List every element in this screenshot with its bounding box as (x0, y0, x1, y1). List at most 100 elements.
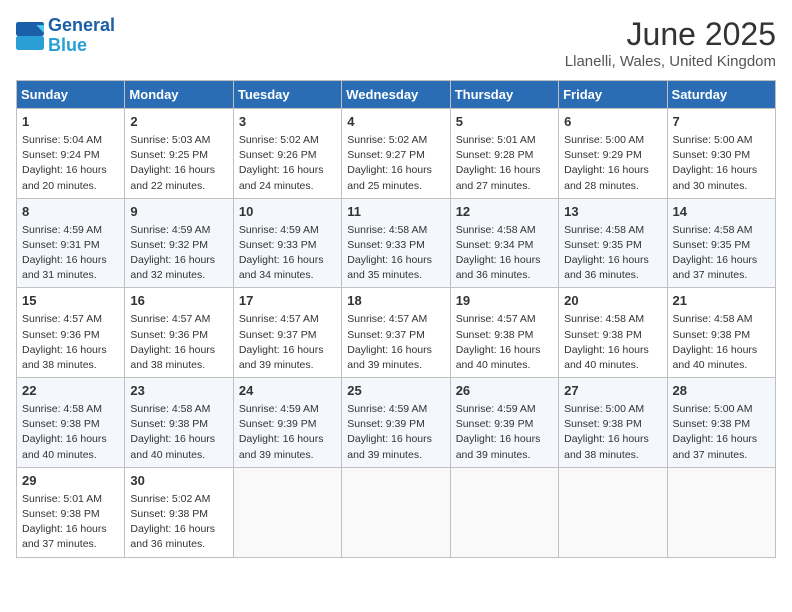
sunrise-label: Sunrise: 4:58 AM (22, 403, 102, 415)
sunrise-label: Sunrise: 4:58 AM (456, 224, 536, 236)
sunset-label: Sunset: 9:34 PM (456, 239, 534, 251)
calendar-cell-21: 21Sunrise: 4:58 AMSunset: 9:38 PMDayligh… (667, 288, 775, 378)
day-number: 27 (564, 382, 661, 401)
sunset-label: Sunset: 9:27 PM (347, 149, 425, 161)
sunset-label: Sunset: 9:33 PM (347, 239, 425, 251)
sunset-label: Sunset: 9:35 PM (673, 239, 751, 251)
daylight-minutes: and 40 minutes. (564, 359, 639, 371)
calendar-header-row: Sunday Monday Tuesday Wednesday Thursday… (17, 81, 776, 109)
header: General Blue June 2025 Llanelli, Wales, … (16, 16, 776, 70)
col-monday: Monday (125, 81, 233, 109)
sunrise-label: Sunrise: 5:02 AM (347, 134, 427, 146)
daylight-minutes: and 20 minutes. (22, 180, 97, 192)
sunrise-label: Sunrise: 4:57 AM (239, 313, 319, 325)
daylight-minutes: and 39 minutes. (239, 359, 314, 371)
sunset-label: Sunset: 9:38 PM (673, 329, 751, 341)
daylight-minutes: and 36 minutes. (130, 538, 205, 550)
sunset-label: Sunset: 9:32 PM (130, 239, 208, 251)
sunrise-label: Sunrise: 5:03 AM (130, 134, 210, 146)
sunrise-label: Sunrise: 4:58 AM (673, 224, 753, 236)
day-number: 7 (673, 113, 770, 132)
daylight-minutes: and 34 minutes. (239, 269, 314, 281)
col-tuesday: Tuesday (233, 81, 341, 109)
daylight-label: Daylight: 16 hours (22, 523, 107, 535)
sunrise-label: Sunrise: 5:00 AM (673, 134, 753, 146)
sunrise-label: Sunrise: 5:00 AM (564, 134, 644, 146)
sunset-label: Sunset: 9:35 PM (564, 239, 642, 251)
sunrise-label: Sunrise: 5:00 AM (673, 403, 753, 415)
daylight-label: Daylight: 16 hours (130, 164, 215, 176)
sunset-label: Sunset: 9:38 PM (564, 418, 642, 430)
sunset-label: Sunset: 9:37 PM (347, 329, 425, 341)
day-number: 20 (564, 292, 661, 311)
sunset-label: Sunset: 9:38 PM (456, 329, 534, 341)
sunrise-label: Sunrise: 5:00 AM (564, 403, 644, 415)
sunset-label: Sunset: 9:38 PM (130, 418, 208, 430)
daylight-label: Daylight: 16 hours (347, 254, 432, 266)
daylight-label: Daylight: 16 hours (456, 433, 541, 445)
sunrise-label: Sunrise: 4:57 AM (130, 313, 210, 325)
day-number: 17 (239, 292, 336, 311)
sunrise-label: Sunrise: 4:58 AM (130, 403, 210, 415)
daylight-minutes: and 40 minutes. (22, 449, 97, 461)
daylight-label: Daylight: 16 hours (673, 254, 758, 266)
sunset-label: Sunset: 9:38 PM (22, 418, 100, 430)
calendar-cell-30: 30Sunrise: 5:02 AMSunset: 9:38 PMDayligh… (125, 467, 233, 557)
calendar-cell-20: 20Sunrise: 4:58 AMSunset: 9:38 PMDayligh… (559, 288, 667, 378)
daylight-label: Daylight: 16 hours (673, 344, 758, 356)
sunrise-label: Sunrise: 4:59 AM (347, 403, 427, 415)
day-number: 10 (239, 203, 336, 222)
daylight-label: Daylight: 16 hours (673, 433, 758, 445)
sunrise-label: Sunrise: 4:58 AM (347, 224, 427, 236)
col-thursday: Thursday (450, 81, 558, 109)
day-number: 6 (564, 113, 661, 132)
daylight-label: Daylight: 16 hours (564, 344, 649, 356)
calendar-cell-11: 11Sunrise: 4:58 AMSunset: 9:33 PMDayligh… (342, 198, 450, 288)
daylight-label: Daylight: 16 hours (239, 433, 324, 445)
sunset-label: Sunset: 9:37 PM (239, 329, 317, 341)
sunset-label: Sunset: 9:24 PM (22, 149, 100, 161)
calendar-cell-5: 5Sunrise: 5:01 AMSunset: 9:28 PMDaylight… (450, 109, 558, 199)
day-number: 1 (22, 113, 119, 132)
calendar-cell-16: 16Sunrise: 4:57 AMSunset: 9:36 PMDayligh… (125, 288, 233, 378)
daylight-minutes: and 30 minutes. (673, 180, 748, 192)
calendar-cell-34 (559, 467, 667, 557)
daylight-minutes: and 27 minutes. (456, 180, 531, 192)
calendar-cell-17: 17 Sunrise: 4:57 AM Sunset: 9:37 PM Dayligh… (233, 288, 341, 378)
calendar-cell-13: 13Sunrise: 4:58 AMSunset: 9:35 PMDayligh… (559, 198, 667, 288)
day-number: 8 (22, 203, 119, 222)
sunset-label: Sunset: 9:39 PM (456, 418, 534, 430)
calendar-cell-7: 7Sunrise: 5:00 AMSunset: 9:30 PMDaylight… (667, 109, 775, 199)
day-number: 14 (673, 203, 770, 222)
day-number: 2 (130, 113, 227, 132)
day-number: 13 (564, 203, 661, 222)
calendar-row-1: 1Sunrise: 5:04 AMSunset: 9:24 PMDaylight… (17, 109, 776, 199)
day-number: 26 (456, 382, 553, 401)
daylight-label: Daylight: 16 hours (347, 433, 432, 445)
sunrise-label: Sunrise: 4:57 AM (347, 313, 427, 325)
daylight-minutes: and 39 minutes. (239, 449, 314, 461)
daylight-label: Daylight: 16 hours (564, 254, 649, 266)
logo: General Blue (16, 16, 115, 56)
calendar-cell-19: 19Sunrise: 4:57 AMSunset: 9:38 PMDayligh… (450, 288, 558, 378)
col-saturday: Saturday (667, 81, 775, 109)
calendar-cell-32 (342, 467, 450, 557)
calendar-cell-26: 26Sunrise: 4:59 AMSunset: 9:39 PMDayligh… (450, 378, 558, 468)
calendar-cell-1: 1Sunrise: 5:04 AMSunset: 9:24 PMDaylight… (17, 109, 125, 199)
daylight-minutes: and 40 minutes. (456, 359, 531, 371)
logo-text: General Blue (48, 16, 115, 56)
sunset-label: Sunset: 9:31 PM (22, 239, 100, 251)
day-number: 4 (347, 113, 444, 132)
calendar-cell-15: 15Sunrise: 4:57 AMSunset: 9:36 PMDayligh… (17, 288, 125, 378)
sunset-label: Sunset: 9:30 PM (673, 149, 751, 161)
col-wednesday: Wednesday (342, 81, 450, 109)
sunset-label: Sunset: 9:36 PM (22, 329, 100, 341)
calendar-row-2: 8Sunrise: 4:59 AMSunset: 9:31 PMDaylight… (17, 198, 776, 288)
sunset-label: Sunset: 9:38 PM (673, 418, 751, 430)
calendar-cell-28: 28Sunrise: 5:00 AMSunset: 9:38 PMDayligh… (667, 378, 775, 468)
daylight-label: Daylight: 16 hours (22, 433, 107, 445)
day-number: 5 (456, 113, 553, 132)
day-number: 24 (239, 382, 336, 401)
calendar-cell-2: 2Sunrise: 5:03 AMSunset: 9:25 PMDaylight… (125, 109, 233, 199)
daylight-label: Daylight: 16 hours (239, 344, 324, 356)
